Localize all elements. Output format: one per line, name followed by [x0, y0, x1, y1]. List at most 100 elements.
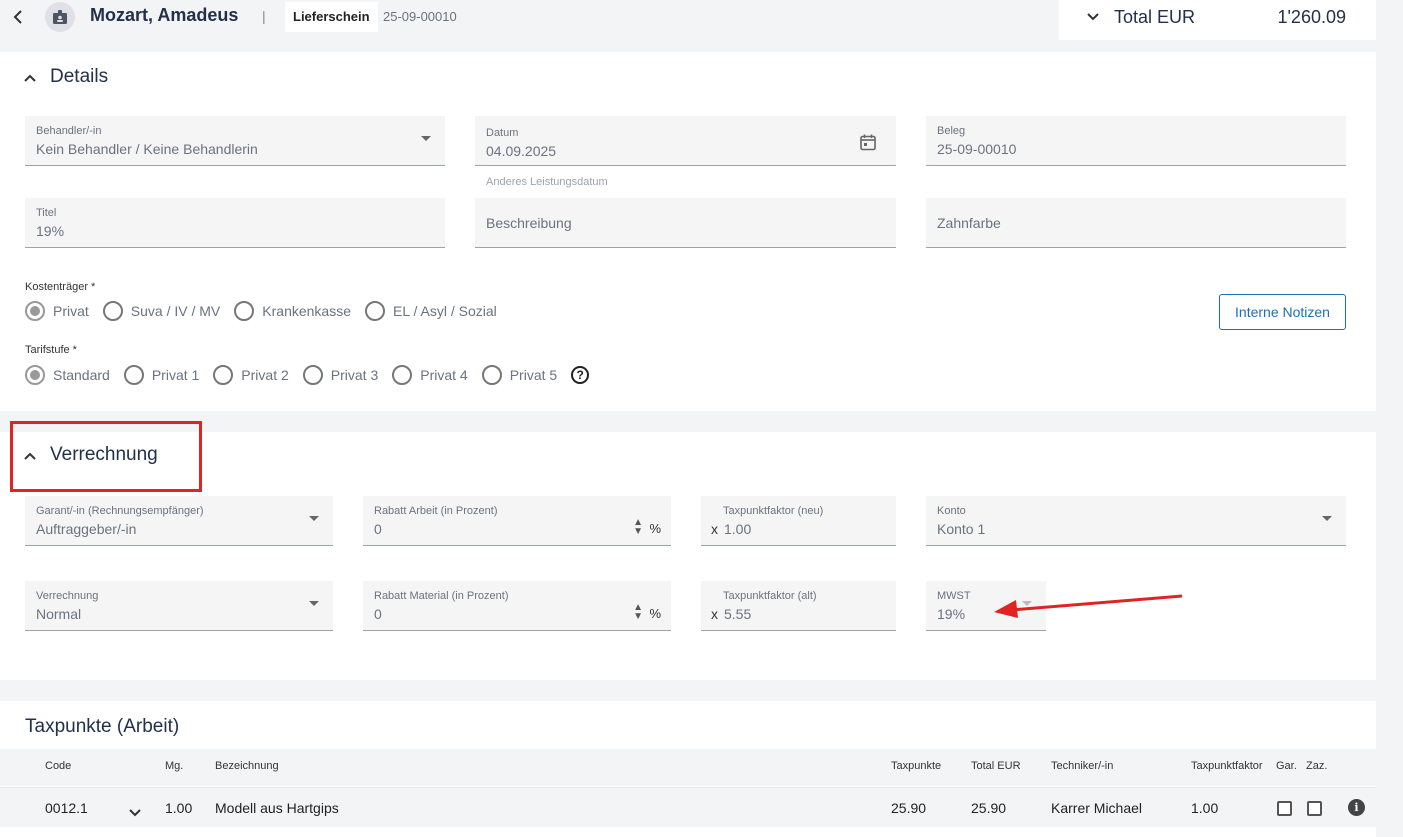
rabatt-material-label: Rabatt Material (in Prozent): [374, 590, 509, 602]
col-total: Total EUR: [971, 760, 1021, 772]
beschreibung-placeholder: Beschreibung: [486, 215, 572, 231]
dropdown-arrow-icon: [309, 601, 319, 606]
cell-bezeichnung: Modell aus Hartgips: [215, 800, 339, 816]
table-row[interactable]: 0012.1 1.00 Modell aus Hartgips 25.90 25…: [0, 787, 1376, 827]
tarifstufe-group: Standard Privat 1 Privat 2 Privat 3 Priv…: [25, 364, 590, 386]
datum-label: Datum: [486, 127, 519, 139]
total-summary[interactable]: Total EUR 1'260.09: [1059, 0, 1376, 40]
radio-privat-3[interactable]: Privat 3: [302, 365, 378, 385]
taxpunkte-title: Taxpunkte (Arbeit): [25, 716, 180, 737]
konto-label: Konto: [937, 505, 966, 517]
interne-notizen-button[interactable]: Interne Notizen: [1219, 294, 1346, 330]
calendar-icon[interactable]: [860, 134, 876, 156]
chevron-down-icon[interactable]: [129, 804, 141, 822]
rabatt-arbeit-input[interactable]: Rabatt Arbeit (in Prozent) 0 ▲ ▼ %: [363, 496, 671, 546]
beleg-label: Beleg: [937, 125, 966, 137]
radio-circle: [123, 365, 144, 385]
avatar: [45, 2, 75, 32]
radio-circle: [302, 365, 323, 385]
col-mg: Mg.: [165, 760, 184, 772]
details-title: Details: [50, 66, 109, 87]
stepper-icon[interactable]: ▲ ▼: [633, 518, 643, 537]
radio-circle: [481, 365, 502, 385]
gar-checkbox[interactable]: [1277, 801, 1292, 816]
help-icon[interactable]: ?: [571, 366, 590, 384]
konto-value: Konto 1: [937, 521, 986, 537]
back-button[interactable]: [8, 6, 28, 28]
verrechnung-select[interactable]: Verrechnung Normal: [25, 581, 333, 631]
col-code: Code: [45, 760, 72, 772]
kostentraeger-label: Kostenträger *: [25, 281, 96, 293]
datum-field[interactable]: Datum 04.09.2025: [475, 116, 896, 166]
rabatt-material-input[interactable]: Rabatt Material (in Prozent) 0 ▲ ▼ %: [363, 581, 671, 631]
chevron-left-icon: [13, 10, 22, 24]
cell-mg: 1.00: [165, 800, 193, 816]
taxpunktfaktor-alt-input[interactable]: Taxpunktfaktor (alt) x 5.55: [701, 581, 896, 631]
datum-value: 04.09.2025: [486, 143, 557, 159]
patient-name: Mozart, Amadeus: [90, 5, 239, 25]
radio-circle: [25, 301, 45, 321]
zaz-checkbox[interactable]: [1307, 801, 1322, 816]
titel-field[interactable]: Titel 19%: [25, 198, 445, 248]
datum-hint[interactable]: Anderes Leistungsdatum: [486, 176, 608, 188]
multiply-prefix: x: [711, 606, 718, 622]
col-techniker: Techniker/-in: [1051, 760, 1114, 772]
verrechnung-value: Normal: [36, 606, 82, 622]
radio-privat-4[interactable]: Privat 4: [392, 365, 468, 385]
verrechnung-label: Verrechnung: [36, 590, 99, 602]
garant-label: Garant/-in (Rechnungsempfänger): [36, 505, 204, 517]
radio-suva[interactable]: Suva / IV / MV: [102, 301, 221, 321]
taxpunktfaktor-neu-input[interactable]: Taxpunktfaktor (neu) x 1.00: [701, 496, 896, 546]
col-zaz: Zaz.: [1306, 760, 1328, 772]
radio-el-asyl-sozial[interactable]: EL / Asyl / Sozial: [365, 301, 497, 321]
behandler-select[interactable]: Behandler/-in Kein Behandler / Keine Beh…: [25, 116, 445, 166]
garant-value: Auftraggeber/-in: [36, 521, 137, 537]
tpf-neu-label: Taxpunktfaktor (neu): [723, 505, 824, 517]
header-separator: |: [262, 8, 266, 24]
titel-value: 19%: [36, 223, 65, 239]
table-header: Code Mg. Bezeichnung Taxpunkte Total EUR…: [0, 749, 1376, 786]
radio-circle: [234, 301, 255, 321]
details-header[interactable]: Details: [24, 66, 108, 88]
radio-privat-2[interactable]: Privat 2: [213, 365, 289, 385]
konto-select[interactable]: Konto Konto 1: [926, 496, 1346, 546]
col-gar: Gar.: [1276, 760, 1297, 772]
tarifstufe-label: Tarifstufe *: [25, 344, 77, 356]
radio-label: Privat: [53, 303, 89, 319]
percent-unit: %: [649, 606, 661, 621]
details-section: Details Behandler/-in Kein Behandler / K…: [0, 52, 1376, 411]
col-taxpunkte: Taxpunkte: [891, 760, 942, 772]
percent-unit: %: [649, 521, 661, 536]
cell-code: 0012.1: [45, 800, 88, 816]
info-icon[interactable]: i: [1348, 799, 1365, 816]
total-value: 1'260.09: [1277, 7, 1346, 27]
radio-standard[interactable]: Standard: [25, 365, 110, 385]
col-bezeichnung: Bezeichnung: [215, 760, 279, 772]
document-number: 25-09-00010: [383, 9, 457, 24]
annotation-highlight-box: [10, 421, 202, 492]
radio-privat[interactable]: Privat: [25, 301, 89, 321]
dropdown-arrow-icon: [421, 136, 431, 141]
stepper-icon[interactable]: ▲ ▼: [633, 603, 643, 622]
beleg-value: 25-09-00010: [937, 141, 1017, 157]
radio-privat-1[interactable]: Privat 1: [123, 365, 200, 385]
titel-label: Titel: [36, 207, 57, 219]
radio-label: Privat 4: [420, 367, 468, 383]
behandler-value: Kein Behandler / Keine Behandlerin: [36, 141, 258, 157]
chevron-down-icon[interactable]: [1087, 9, 1099, 24]
radio-label: Privat 1: [151, 367, 200, 383]
radio-krankenkasse[interactable]: Krankenkasse: [234, 301, 351, 321]
beleg-field[interactable]: Beleg 25-09-00010: [926, 116, 1346, 166]
beschreibung-field[interactable]: Beschreibung: [475, 198, 896, 248]
cell-techniker: Karrer Michael: [1051, 800, 1143, 816]
radio-privat-5[interactable]: Privat 5: [481, 365, 557, 385]
radio-label: Suva / IV / MV: [130, 303, 221, 319]
chevron-up-icon: [24, 69, 42, 85]
zahnfarbe-field[interactable]: Zahnfarbe: [926, 198, 1346, 248]
radio-label: Standard: [53, 367, 110, 383]
dropdown-arrow-icon: [309, 516, 319, 521]
radio-circle: [213, 365, 234, 385]
tpf-alt-value: 5.55: [724, 606, 752, 622]
radio-label: EL / Asyl / Sozial: [393, 303, 497, 319]
garant-select[interactable]: Garant/-in (Rechnungsempfänger) Auftragg…: [25, 496, 333, 546]
